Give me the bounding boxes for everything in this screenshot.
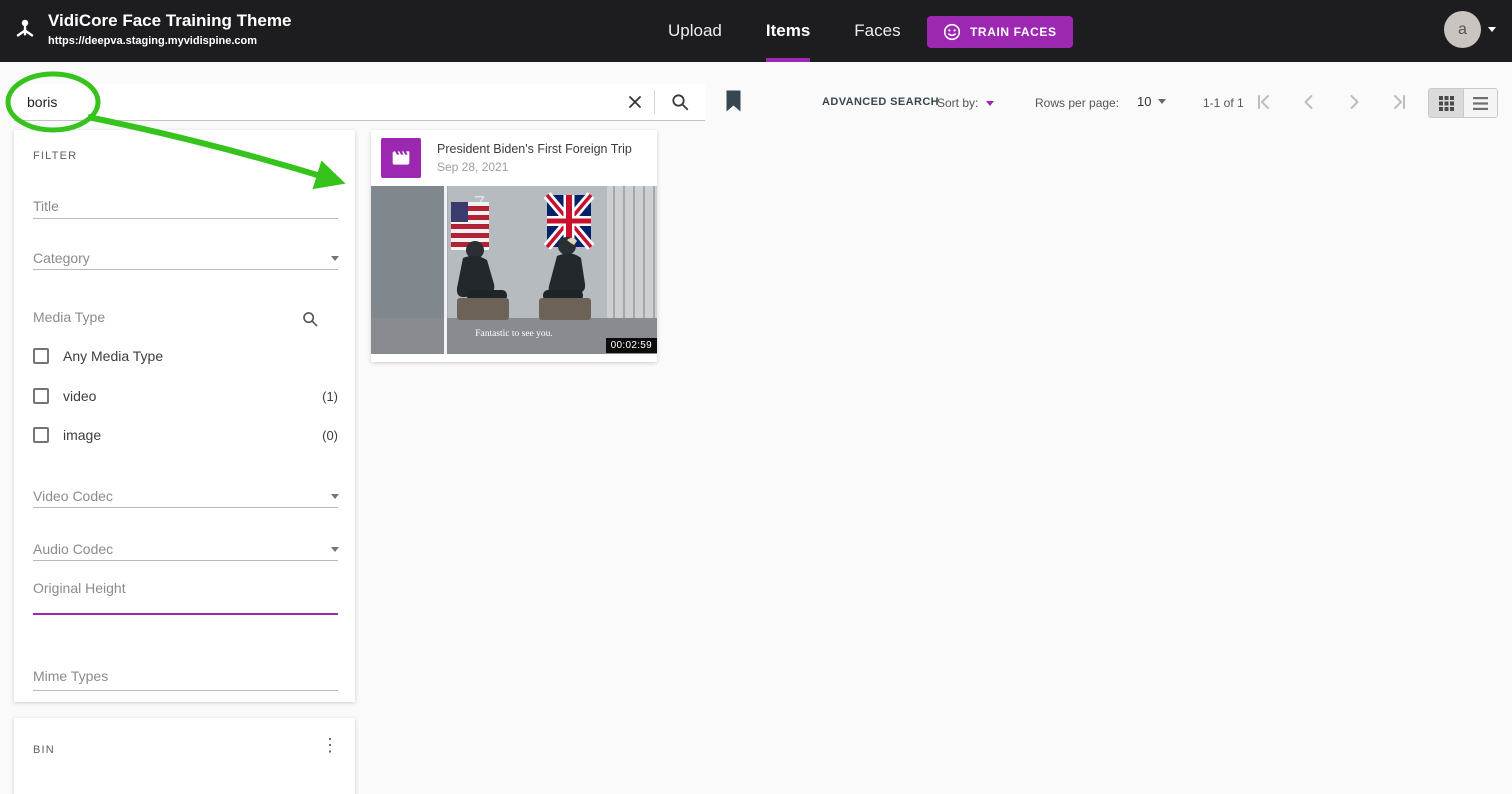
rows-per-page-select[interactable]: 10 [1137,94,1167,109]
filter-panel-title: FILTER [33,150,78,162]
chevron-down-icon [1158,99,1167,104]
list-view-button[interactable] [1463,89,1497,117]
app-title: VidiCore Face Training Theme [48,11,292,30]
checkbox-any-media-type[interactable]: Any Media Type [33,345,338,367]
bin-menu-kebab-icon[interactable]: ⋮ [321,736,339,754]
avatar[interactable]: a [1444,11,1481,48]
checkbox-image[interactable]: image (0) [33,424,338,446]
sort-by-control[interactable]: Sort by: [937,96,995,110]
pagination-controls [1252,90,1411,114]
rows-per-page-label: Rows per page: [1035,96,1120,110]
checkbox-icon[interactable] [33,388,49,404]
last-page-button[interactable] [1387,90,1411,114]
underline [33,690,338,691]
media-type-label: Media Type [33,309,106,325]
sort-by-label: Sort by: [937,96,979,110]
search-button[interactable] [655,84,705,120]
checkbox-icon[interactable] [33,427,49,443]
search-input[interactable] [14,84,616,120]
nav-item-faces[interactable]: Faces [854,0,900,62]
app-logo-icon[interactable] [12,17,38,43]
main-nav: Upload Items Faces [668,0,901,62]
app-header: VidiCore Face Training Theme https://dee… [0,0,1512,62]
media-type-search-icon[interactable] [301,310,319,333]
train-faces-button[interactable]: TRAIN FACES [927,16,1073,48]
app-url: https://deepva.staging.myvidispine.com [48,35,258,47]
video-caption: Fantastic to see you. [475,329,553,339]
chevron-down-icon[interactable] [331,256,339,261]
list-icon [1473,96,1488,110]
original-height-input[interactable] [33,592,338,608]
grid-view-button[interactable] [1429,89,1463,117]
chevron-down-icon[interactable] [331,547,339,552]
underline [33,507,338,508]
category-filter-select[interactable]: Category [33,250,90,266]
brand: VidiCore Face Training Theme https://dee… [12,11,291,47]
result-card[interactable]: President Biden's First Foreign Trip Sep… [371,130,657,362]
brand-text: VidiCore Face Training Theme https://dee… [48,11,291,47]
chevron-down-icon [986,100,995,106]
duration-badge: 00:02:59 [605,338,657,353]
title-filter-input[interactable] [33,198,338,214]
bookmark-icon[interactable] [724,89,743,113]
video-codec-select[interactable]: Video Codec [33,488,113,504]
advanced-search-link[interactable]: ADVANCED SEARCH [822,96,939,108]
train-faces-label: TRAIN FACES [970,25,1057,39]
user-menu[interactable]: a [1444,11,1496,48]
next-page-button[interactable] [1342,90,1366,114]
first-page-button[interactable] [1252,90,1276,114]
bin-panel: BIN ⋮ [14,718,355,794]
grid-icon [1438,95,1454,111]
chevron-down-icon [1488,27,1496,32]
nav-item-upload[interactable]: Upload [668,0,722,62]
underline [33,218,338,219]
mime-types-input[interactable] [33,668,338,684]
checkbox-icon[interactable] [33,348,49,364]
chevron-down-icon[interactable] [331,494,339,499]
bin-panel-title: BIN [33,744,55,756]
pagination-range: 1-1 of 1 [1203,96,1244,110]
focused-underline [33,613,338,615]
thumbnail-scene: 7 [371,186,657,354]
previous-page-button[interactable] [1297,90,1321,114]
result-date: Sep 28, 2021 [437,160,509,174]
checkbox-video[interactable]: video (1) [33,385,338,407]
rows-per-page-value: 10 [1137,94,1152,109]
search-bar [14,84,705,121]
face-icon [943,23,961,41]
underline [33,560,338,561]
video-thumbnail[interactable]: 7 [371,186,657,354]
video-item-icon [381,138,421,178]
result-title: President Biden's First Foreign Trip [437,142,632,156]
underline [33,269,338,270]
filter-panel: FILTER Category Media Type Any Media Typ… [14,130,355,702]
audio-codec-select[interactable]: Audio Codec [33,541,113,557]
nav-item-items[interactable]: Items [765,0,811,62]
clear-search-button[interactable] [616,84,654,120]
view-toggle [1428,88,1498,118]
